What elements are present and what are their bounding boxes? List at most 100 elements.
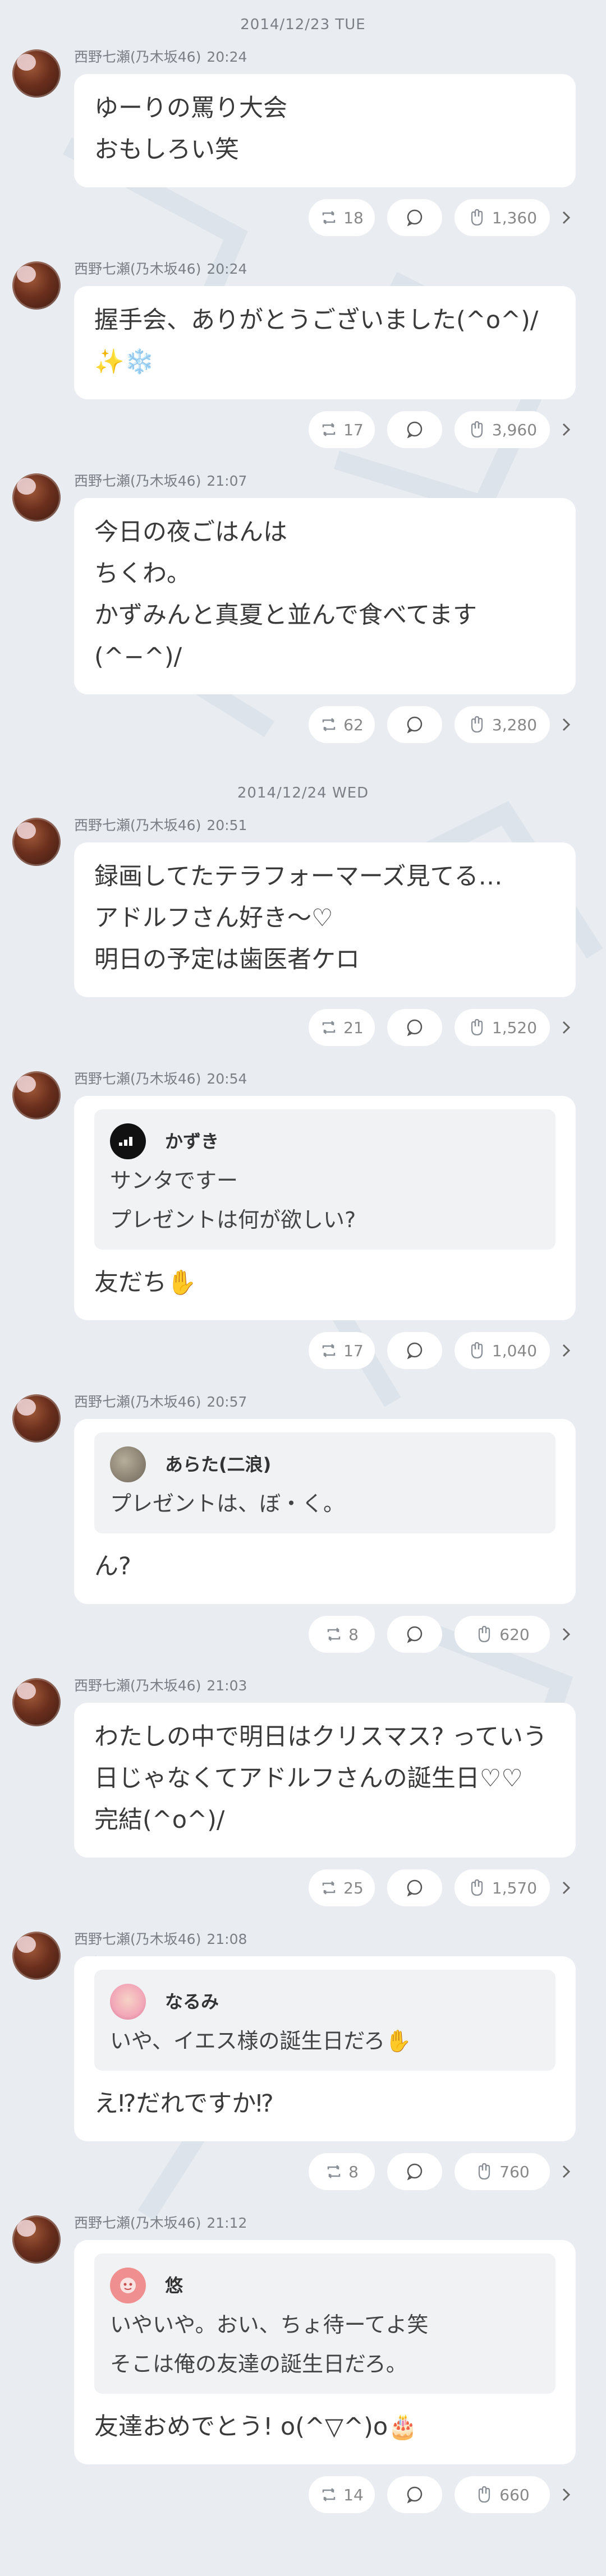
message-text: 友だち✋ [94, 1269, 197, 1297]
post-actions: 17 1,040 [74, 1331, 576, 1370]
quoted-text: プレゼントは、ぼ・く。 [110, 1491, 345, 1516]
like-button[interactable]: 760 [454, 2153, 550, 2190]
retweet-icon [322, 718, 336, 731]
message-feed[interactable]: 2014/12/23 TUE 西野七瀬(乃木坂46) 20:24 ゆーりの罵り大会… [0, 0, 606, 2514]
post-time: 20:54 [206, 1071, 247, 1087]
comment-icon [407, 1342, 423, 1360]
retweet-button[interactable]: 17 [309, 411, 375, 448]
quoted-text: いや、イエス様の誕生日だろ✋ [110, 2029, 412, 2053]
avatar[interactable] [12, 1071, 61, 1119]
quoted-text: プレゼントは何が欲しい? [110, 1208, 356, 1232]
post-time: 20:24 [206, 49, 247, 65]
quoted-avatar [110, 2268, 146, 2303]
comment-button[interactable] [387, 2476, 442, 2513]
comment-icon [407, 1879, 423, 1897]
message-text: ちくわ。 [94, 560, 191, 588]
quoted-avatar [110, 1123, 146, 1159]
comment-icon [407, 209, 423, 227]
author-name: 西野七瀬(乃木坂46) [74, 2215, 201, 2231]
retweet-button[interactable]: 17 [309, 1332, 375, 1369]
post-time: 21:03 [206, 1678, 247, 1694]
clap-icon [471, 716, 483, 733]
clap-icon [479, 2486, 490, 2503]
clap-icon [471, 1342, 483, 1359]
quoted-avatar [110, 1984, 146, 2020]
like-count: 660 [499, 2485, 530, 2504]
avatar[interactable] [12, 1394, 61, 1443]
post-meta: 西野七瀬(乃木坂46) 20:51 [74, 818, 576, 842]
quoted-message[interactable]: かずき サンタですー プレゼントは何が欲しい? [94, 1109, 556, 1250]
chevron-right-icon [562, 211, 571, 224]
like-button[interactable]: 3,280 [454, 706, 550, 743]
retweet-icon [322, 211, 336, 224]
message-bubble: 録画してたテラフォーマーズ見てる… アドルフさん好き〜♡ 明日の予定は歯医者ケロ [74, 842, 576, 997]
message-text: ✨❄️ [94, 348, 155, 376]
more-button[interactable] [557, 2164, 576, 2179]
chevron-right-icon [562, 718, 571, 731]
date-separator: 2014/12/24 WED [237, 785, 369, 801]
avatar[interactable] [12, 261, 61, 310]
like-button[interactable]: 660 [454, 2476, 550, 2513]
comment-button[interactable] [387, 1332, 442, 1369]
retweet-button[interactable]: 8 [309, 2153, 375, 2190]
retweet-button[interactable]: 18 [309, 199, 375, 236]
like-button[interactable]: 1,360 [454, 199, 550, 236]
comment-button[interactable] [387, 411, 442, 448]
author-name: 西野七瀬(乃木坂46) [74, 261, 201, 277]
more-button[interactable] [557, 1020, 576, 1035]
retweet-count: 8 [348, 2162, 359, 2181]
author-name: 西野七瀬(乃木坂46) [74, 49, 201, 65]
like-count: 1,520 [492, 1018, 538, 1037]
avatar[interactable] [12, 1678, 61, 1726]
retweet-button[interactable]: 62 [309, 706, 375, 743]
more-button[interactable] [557, 422, 576, 437]
post-actions: 25 1,570 [74, 1869, 576, 1907]
post-time: 21:07 [206, 473, 247, 489]
like-button[interactable]: 620 [454, 1616, 550, 1653]
comment-button[interactable] [387, 1009, 442, 1046]
retweet-button[interactable]: 8 [309, 1616, 375, 1653]
message-text: 完結(^o^)/ [94, 1806, 225, 1834]
avatar[interactable] [12, 1932, 61, 1980]
comment-button[interactable] [387, 2153, 442, 2190]
message-text: アドルフさん好き〜♡ [94, 904, 333, 932]
message-text: 明日の予定は歯医者ケロ [94, 946, 360, 974]
quoted-text: いやいや。おい、ちょ待ーてよ笑 [110, 2312, 429, 2337]
chevron-right-icon [562, 2488, 571, 2501]
more-button[interactable] [557, 1880, 576, 1896]
message-text: (^−^)/ [94, 643, 182, 671]
comment-button[interactable] [387, 1616, 442, 1653]
like-button[interactable]: 1,040 [454, 1332, 550, 1369]
like-button[interactable]: 3,960 [454, 411, 550, 448]
like-button[interactable]: 1,570 [454, 1869, 550, 1906]
message-text: わたしの中で明日はクリスマス? っていう [94, 1723, 548, 1751]
retweet-button[interactable]: 14 [309, 2476, 375, 2513]
avatar[interactable] [12, 473, 61, 522]
comment-button[interactable] [387, 1869, 442, 1906]
quoted-text: サンタですー [110, 1168, 238, 1193]
quoted-message[interactable]: 悠 いやいや。おい、ちょ待ーてよ笑 そこは俺の友達の誕生日だろ。 [94, 2254, 556, 2394]
comment-button[interactable] [387, 706, 442, 743]
comment-button[interactable] [387, 199, 442, 236]
avatar[interactable] [12, 818, 61, 866]
more-button[interactable] [557, 717, 576, 732]
post-time: 21:12 [206, 2215, 247, 2231]
avatar[interactable] [12, 2215, 61, 2264]
clap-icon [471, 209, 483, 226]
more-button[interactable] [557, 1626, 576, 1642]
quoted-message[interactable]: あらた(二浪) プレゼントは、ぼ・く。 [94, 1432, 556, 1533]
more-button[interactable] [557, 210, 576, 225]
more-button[interactable] [557, 1343, 576, 1358]
more-button[interactable] [557, 2487, 576, 2503]
message-text: かずみんと真夏と並んで食べてます [94, 601, 477, 629]
quoted-message[interactable]: なるみ いや、イエス様の誕生日だろ✋ [94, 1970, 556, 2071]
retweet-button[interactable]: 25 [309, 1869, 375, 1906]
post-meta: 西野七瀬(乃木坂46) 20:57 [74, 1394, 576, 1419]
quoted-text: そこは俺の友達の誕生日だろ。 [110, 2352, 407, 2376]
message-bubble: 今日の夜ごはんは ちくわ。 かずみんと真夏と並んで食べてます (^−^)/ [74, 498, 576, 694]
like-button[interactable]: 1,520 [454, 1009, 550, 1046]
comment-icon [407, 716, 423, 734]
retweet-button[interactable]: 21 [309, 1009, 375, 1046]
clap-icon [471, 1879, 483, 1896]
avatar[interactable] [12, 49, 61, 98]
